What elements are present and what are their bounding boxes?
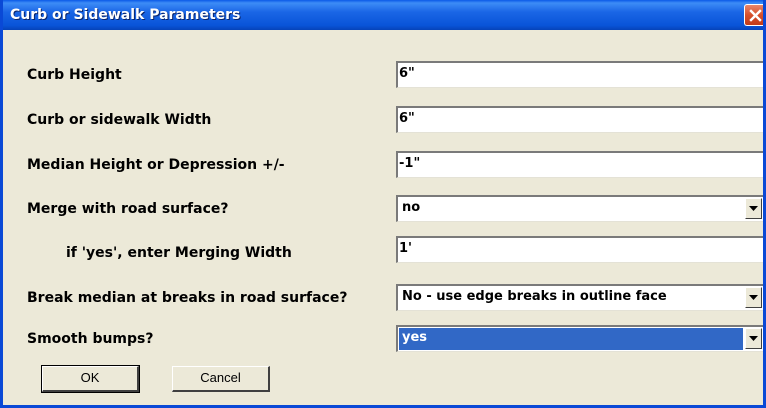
- smooth-bumps-label: Smooth bumps?: [27, 331, 154, 347]
- merging-width-input[interactable]: 1': [396, 236, 763, 263]
- ok-button[interactable]: OK: [41, 365, 140, 393]
- break-median-label: Break median at breaks in road surface?: [27, 290, 348, 306]
- window-title: Curb or Sidewalk Parameters: [10, 7, 241, 23]
- smooth-bumps-dropdown-button[interactable]: [745, 328, 762, 349]
- break-median-select[interactable]: No - use edge breaks in outline face: [396, 284, 763, 311]
- merging-width-value: 1': [399, 241, 413, 256]
- median-height-input[interactable]: -1": [396, 151, 763, 178]
- close-button[interactable]: [744, 4, 763, 26]
- merge-dropdown-button[interactable]: [745, 198, 762, 219]
- dialog-window: Curb or Sidewalk Parameters Curb Height …: [0, 0, 766, 408]
- curb-height-input[interactable]: 6": [396, 61, 763, 88]
- break-median-value: No - use edge breaks in outline face: [402, 289, 667, 304]
- chevron-down-icon: [749, 295, 758, 300]
- curb-width-value: 6": [399, 111, 415, 126]
- close-x-icon: [749, 9, 762, 22]
- merging-width-label: if 'yes', enter Merging Width: [66, 245, 292, 261]
- title-bar[interactable]: Curb or Sidewalk Parameters: [3, 0, 763, 30]
- cancel-button[interactable]: Cancel: [172, 366, 270, 392]
- merge-label: Merge with road surface?: [27, 201, 229, 217]
- curb-width-label: Curb or sidewalk Width: [27, 112, 212, 128]
- chevron-down-icon: [749, 336, 758, 341]
- curb-width-input[interactable]: 6": [396, 106, 763, 133]
- merge-select[interactable]: no: [396, 195, 763, 222]
- selection-highlight: [399, 328, 743, 350]
- smooth-bumps-value: yes: [402, 330, 428, 345]
- curb-height-label: Curb Height: [27, 67, 122, 83]
- curb-height-value: 6": [399, 66, 415, 81]
- break-median-dropdown-button[interactable]: [745, 287, 762, 308]
- smooth-bumps-select[interactable]: yes: [396, 325, 763, 352]
- chevron-down-icon: [749, 206, 758, 211]
- merge-value: no: [402, 200, 421, 215]
- median-height-value: -1": [399, 156, 421, 171]
- median-height-label: Median Height or Depression +/-: [27, 157, 285, 173]
